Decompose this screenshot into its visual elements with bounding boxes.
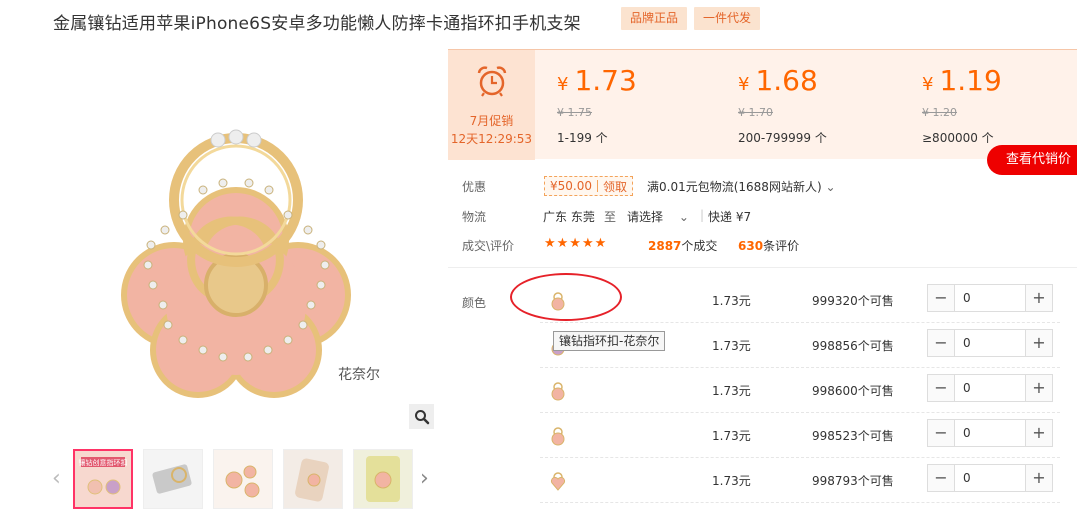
view-dropship-price-button[interactable]: 查看代销价 — [987, 145, 1077, 175]
currency-symbol: ¥ — [738, 74, 750, 95]
shipping-promo-text: 满0.01元包物流(1688网站新人) — [647, 180, 822, 194]
sku-price: 1.73元 — [712, 294, 751, 308]
quantity-input[interactable]: 0 — [955, 285, 1025, 311]
search-icon — [414, 409, 429, 424]
increase-button[interactable]: + — [1025, 465, 1052, 491]
sku-price: 1.73元 — [712, 429, 751, 443]
decrease-button[interactable]: − — [928, 375, 955, 401]
dropship-tag[interactable]: 一件代发 — [694, 7, 761, 30]
shipping-origin: 广东 东莞 — [543, 210, 595, 224]
decrease-button[interactable]: − — [928, 285, 955, 311]
shipping-promo[interactable]: 满0.01元包物流(1688网站新人) ⌄ — [647, 178, 836, 195]
sku-price: 1.73元 — [712, 474, 751, 488]
reviews-count[interactable]: 630条评价 — [738, 237, 799, 254]
quantity-input[interactable]: 0 — [955, 330, 1025, 356]
sku-price: 1.73元 — [712, 384, 751, 398]
increase-button[interactable]: + — [1025, 375, 1052, 401]
quantity-input[interactable]: 0 — [955, 420, 1025, 446]
deals-number: 2887 — [648, 239, 682, 253]
thumbnail-4[interactable] — [283, 449, 343, 509]
promo-box: 7月促销 12天12:29:53 — [448, 50, 535, 160]
decrease-button[interactable]: − — [928, 420, 955, 446]
sku-tooltip: 镶钻指环扣-花奈尔 — [553, 331, 666, 351]
reviews-number: 630 — [738, 239, 764, 253]
sku-stock: 999320个可售 — [812, 294, 894, 308]
express-fee: 快递 ¥7 — [708, 210, 752, 224]
thumbnail-banner-text: 镶钻创意指环扣 — [79, 458, 128, 467]
quantity-stepper: − 0 + — [927, 419, 1053, 447]
deals-suffix: 个成交 — [681, 239, 718, 253]
thumbnail-1[interactable]: 镶钻创意指环扣 — [73, 449, 133, 509]
sku-stock: 998600个可售 — [812, 384, 894, 398]
chevron-down-icon: ⌄ — [678, 210, 689, 224]
brand-tag[interactable]: 品牌正品 — [621, 7, 688, 30]
reviews-suffix: 条评价 — [763, 239, 800, 253]
currency-symbol: ¥ — [922, 74, 934, 95]
promo-title: 7月促销 — [469, 114, 514, 128]
thumbnail-2[interactable] — [143, 449, 203, 509]
separator: | — [700, 208, 705, 222]
sku-row: 1.73元 998793个可售 − 0 + — [540, 458, 1060, 503]
coupon-amount: ¥50.00 — [550, 179, 592, 193]
tier-original-price: ¥ 1.75 — [557, 106, 592, 119]
tier-range: ≥800000 个 — [922, 131, 994, 145]
currency-symbol: ¥ — [557, 74, 569, 95]
color-label: 颜色 — [462, 296, 487, 310]
quantity-input[interactable]: 0 — [955, 465, 1025, 491]
sku-thumbnail[interactable] — [548, 426, 568, 446]
logistics-label: 物流 — [462, 210, 487, 224]
increase-button[interactable]: + — [1025, 330, 1052, 356]
thumbnail-5[interactable] — [353, 449, 413, 509]
increase-button[interactable]: + — [1025, 285, 1052, 311]
thumb-prev-arrow-icon[interactable]: ‹ — [52, 465, 64, 493]
destination-select[interactable]: 请选择 ⌄ — [627, 208, 689, 225]
rating-label: 成交\评价 — [462, 239, 515, 253]
tier-price: 1.19 — [939, 64, 1002, 97]
highlight-annotation — [510, 273, 622, 321]
coupon-claim-button[interactable]: 领取 — [598, 178, 632, 195]
sku-row: 1.73元 998523个可售 − 0 + — [540, 413, 1060, 458]
tier-original-price: ¥ 1.20 — [922, 106, 957, 119]
tier-original-price: ¥ 1.70 — [738, 106, 773, 119]
sku-stock: 998793个可售 — [812, 474, 894, 488]
quantity-stepper: − 0 + — [927, 374, 1053, 402]
image-caption: 花奈尔 — [338, 367, 380, 383]
alarm-clock-icon — [477, 66, 507, 97]
quantity-stepper: − 0 + — [927, 464, 1053, 492]
coupon[interactable]: ¥50.00 领取 — [544, 176, 634, 196]
product-title: 金属镶钻适用苹果iPhone6S安卓多功能懒人防摔卡通指环扣手机支架 — [53, 14, 581, 34]
quantity-stepper: − 0 + — [927, 329, 1053, 357]
thumbnail-3[interactable] — [213, 449, 273, 509]
star-rating-icon: ★★★★★ — [544, 236, 608, 251]
thumb-next-arrow-icon[interactable]: › — [420, 465, 432, 493]
sku-thumbnail[interactable] — [548, 381, 568, 401]
price-panel: 7月促销 12天12:29:53 ¥1.73 ¥ 1.75 1-199 个 ¥1… — [448, 49, 1077, 160]
discount-label: 优惠 — [462, 180, 487, 194]
increase-button[interactable]: + — [1025, 420, 1052, 446]
tier-price: 1.68 — [755, 64, 818, 97]
sku-thumbnail[interactable] — [548, 471, 568, 491]
tier-range: 200-799999 个 — [738, 131, 827, 145]
sku-price: 1.73元 — [712, 339, 751, 353]
chevron-down-icon: ⌄ — [825, 180, 836, 194]
decrease-button[interactable]: − — [928, 330, 955, 356]
section-divider — [448, 267, 1077, 268]
quantity-input[interactable]: 0 — [955, 375, 1025, 401]
promo-countdown: 12天12:29:53 — [450, 132, 533, 146]
sku-stock: 998856个可售 — [812, 339, 894, 353]
sku-stock: 998523个可售 — [812, 429, 894, 443]
zoom-button[interactable] — [409, 404, 434, 429]
destination-value: 请选择 — [627, 210, 664, 224]
decrease-button[interactable]: − — [928, 465, 955, 491]
price-tier-1: ¥1.73 ¥ 1.75 1-199 个 — [557, 64, 637, 146]
price-tier-3: ¥1.19 ¥ 1.20 ≥800000 个 — [922, 64, 1002, 146]
tier-range: 1-199 个 — [557, 131, 608, 145]
price-tier-2: ¥1.68 ¥ 1.70 200-799999 个 — [738, 64, 827, 146]
sku-row: 1.73元 998600个可售 − 0 + — [540, 368, 1060, 413]
shipping-to: 至 — [604, 210, 617, 224]
quantity-stepper: − 0 + — [927, 284, 1053, 312]
deals-count[interactable]: 2887个成交 — [648, 237, 717, 254]
tier-price: 1.73 — [574, 64, 637, 97]
